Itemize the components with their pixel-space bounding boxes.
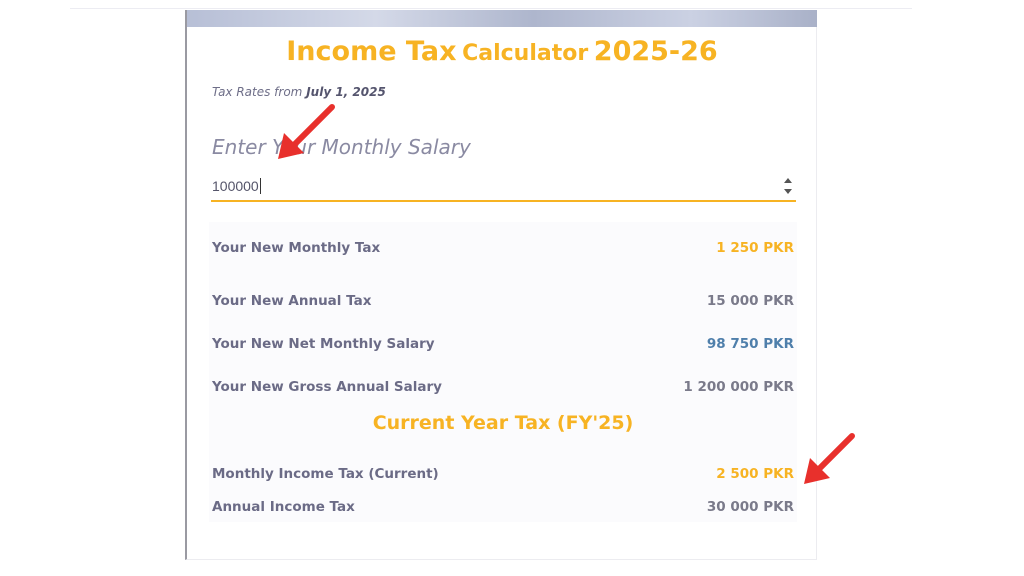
result-label: Your New Gross Annual Salary — [212, 379, 442, 395]
red-arrow-icon — [278, 104, 335, 159]
result-row-annual-tax: Your New Annual Tax 15 000 PKR — [212, 291, 794, 311]
result-value: 2 500 PKR — [716, 466, 794, 482]
red-arrow-icon — [804, 433, 855, 484]
result-row-net-monthly-salary: Your New Net Monthly Salary 98 750 PKR — [212, 334, 794, 354]
tax-rates-note: Tax Rates from July 1, 2025 — [212, 85, 386, 99]
current-row-annual-tax: Annual Income Tax 30 000 PKR — [212, 497, 794, 517]
result-value: 98 750 PKR — [706, 336, 794, 352]
tax-rates-prefix: Tax Rates from — [212, 85, 303, 99]
calculator-card: Income Tax Calculator 2025-26 Tax Rates … — [185, 10, 817, 560]
tax-rates-date: July 1, 2025 — [306, 85, 386, 99]
result-row-monthly-tax: Your New Monthly Tax 1 250 PKR — [212, 238, 794, 258]
result-label: Your New Monthly Tax — [212, 240, 381, 256]
result-label: Monthly Income Tax (Current) — [212, 466, 439, 482]
top-divider — [70, 8, 912, 9]
result-label: Annual Income Tax — [212, 499, 355, 515]
result-label: Your New Net Monthly Salary — [212, 336, 435, 352]
title-part-income-tax: Income Tax — [286, 36, 457, 67]
result-value: 1 250 PKR — [716, 240, 794, 256]
results-panel: Your New Monthly Tax 1 250 PKR Your New … — [209, 222, 797, 522]
result-row-gross-annual-salary: Your New Gross Annual Salary 1 200 000 P… — [212, 377, 794, 397]
number-spinner[interactable] — [783, 176, 793, 196]
title-part-year: 2025-26 — [593, 36, 718, 67]
text-caret — [260, 178, 261, 194]
current-year-heading: Current Year Tax (FY'25) — [372, 412, 634, 434]
result-value: 15 000 PKR — [706, 293, 794, 309]
chevron-up-icon[interactable] — [784, 178, 792, 183]
page-title: Income Tax Calculator 2025-26 — [187, 36, 817, 67]
result-label: Your New Annual Tax — [212, 293, 372, 309]
title-part-calculator: Calculator — [462, 41, 589, 66]
result-value: 30 000 PKR — [706, 499, 794, 515]
result-value: 1 200 000 PKR — [683, 379, 794, 395]
header-banner — [187, 10, 817, 27]
chevron-down-icon[interactable] — [784, 189, 792, 194]
monthly-salary-input[interactable] — [211, 172, 796, 202]
current-row-monthly-tax: Monthly Income Tax (Current) 2 500 PKR — [212, 464, 794, 484]
